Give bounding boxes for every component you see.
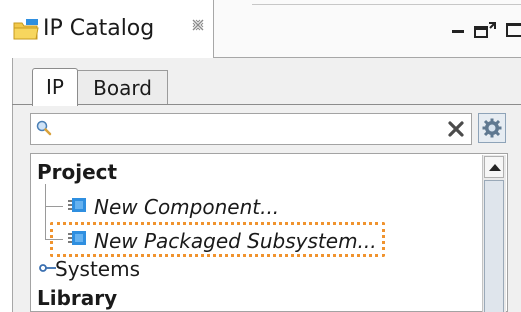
close-icon[interactable] [191,18,205,32]
settings-icon [482,118,502,138]
tab-ip[interactable]: IP [32,68,78,106]
ip-block-icon [68,198,86,212]
subtab-baseline [12,104,521,105]
tree-node-project[interactable]: Project [37,159,117,185]
settings-button[interactable] [478,113,506,143]
tree-node-systems[interactable]: Systems [55,256,140,282]
folder-icon [13,19,39,40]
restore-icon[interactable] [474,22,496,38]
scroll-up-button[interactable] [484,156,504,178]
tab-strip-divider [252,4,521,5]
search-icon [36,120,52,136]
tab-board[interactable]: Board [77,70,168,105]
clear-icon[interactable] [446,119,466,139]
view-title: IP Catalog [43,16,155,41]
active-tab-gap [33,104,77,105]
scroll-thumb[interactable] [484,180,504,312]
minimize-icon[interactable] [452,30,464,33]
maximize-icon[interactable] [506,23,521,37]
tree-connector [45,206,63,207]
tree-connector [45,184,46,239]
search-box [30,113,472,145]
highlight-annotation [50,222,385,257]
tree-node-library[interactable]: Library [37,285,117,311]
search-input[interactable] [53,116,447,144]
tree-item-new-component[interactable]: New Component... [94,194,279,220]
